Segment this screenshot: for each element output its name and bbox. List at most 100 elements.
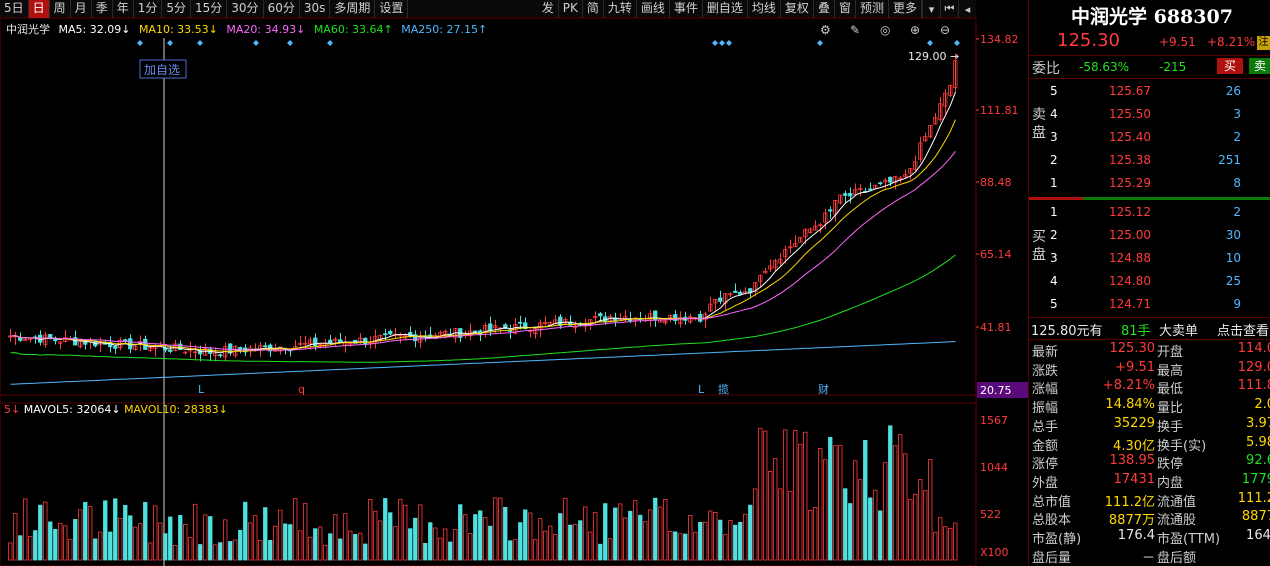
period-tab[interactable]: 5日 xyxy=(0,0,29,18)
period-tab[interactable]: 年 xyxy=(113,0,134,18)
volume-bar xyxy=(923,490,928,561)
tool-button[interactable]: 九转 xyxy=(604,0,637,18)
stat-label: 内盘 xyxy=(1157,475,1184,491)
ask-row[interactable]: 5 125.67 26 xyxy=(1029,80,1270,102)
level-index: 1 xyxy=(1050,176,1058,190)
period-tab[interactable]: 1分 xyxy=(134,0,163,18)
volume-bar xyxy=(18,535,23,561)
chart-tool-icon: ◎ xyxy=(880,23,890,37)
volume-bar xyxy=(423,542,428,561)
candle-body xyxy=(748,288,753,293)
level-index: 2 xyxy=(1050,228,1058,242)
level-volume: 8 xyxy=(1233,176,1241,190)
high-price-tag: 129.00 → xyxy=(908,50,959,63)
volume-bar xyxy=(173,545,178,561)
period-tab[interactable]: 30分 xyxy=(227,0,264,18)
ask-row[interactable]: 1 125.29 8 xyxy=(1029,172,1270,194)
volume-bar xyxy=(213,544,218,561)
collapse-icon[interactable]: ◂ xyxy=(958,0,976,18)
volume-bar xyxy=(518,522,523,561)
ma-legend: 中润光学 MA5: 32.09↓ MA10: 33.53↓ MA20: 34.9… xyxy=(6,21,492,37)
ask-row[interactable]: 2 125.38 251 xyxy=(1029,149,1270,171)
volume-bar xyxy=(153,505,158,561)
event-diamond-icon xyxy=(927,40,933,46)
volume-bar xyxy=(698,521,703,561)
stat-label: 总市值 xyxy=(1032,494,1072,510)
volume-bar xyxy=(323,544,328,561)
volume-bar xyxy=(248,522,253,561)
volume-bar xyxy=(573,524,578,561)
tool-button[interactable]: 删自选 xyxy=(703,0,748,18)
tool-button[interactable]: 窗 xyxy=(835,0,856,18)
tool-button[interactable]: 预测 xyxy=(856,0,889,18)
bid-row[interactable]: 1 125.12 2 xyxy=(1029,201,1270,223)
level-index: 3 xyxy=(1050,251,1058,265)
stat-value: 111.2亿 xyxy=(1104,494,1155,510)
volume-bar xyxy=(498,497,503,561)
tool-button[interactable]: 均线 xyxy=(748,0,781,18)
level-price: 124.80 xyxy=(1109,274,1151,288)
volume-bar xyxy=(313,528,318,561)
period-tab[interactable]: 30s xyxy=(300,0,331,18)
period-tab[interactable]: 季 xyxy=(92,0,113,18)
tool-button[interactable]: 简 xyxy=(583,0,604,18)
tool-button[interactable]: 复权 xyxy=(781,0,814,18)
tick-price: 125.80元有 xyxy=(1031,324,1103,339)
stat-value: 138.95 xyxy=(1109,453,1156,469)
volume-bar xyxy=(628,510,633,561)
volume-bar xyxy=(593,512,598,561)
dropdown-icon[interactable]: ▾ xyxy=(922,0,940,18)
period-tab[interactable]: 多周期 xyxy=(330,0,376,18)
ma10-line xyxy=(10,119,956,353)
tool-button[interactable]: 更多 xyxy=(889,0,922,18)
volume-bar xyxy=(718,519,723,561)
chart-tool-icon: ✎ xyxy=(850,23,860,37)
buy-button[interactable]: 买 xyxy=(1217,58,1243,74)
volume-bar xyxy=(543,530,548,561)
kline-chart[interactable]: 134.82 111.81 88.48 65.14 41.81 20.75 1567 1044… xyxy=(0,18,1028,566)
level-volume: 251 xyxy=(1218,153,1241,167)
tool-button[interactable]: 叠 xyxy=(814,0,835,18)
volume-bar xyxy=(688,515,693,561)
volume-bar xyxy=(123,504,128,561)
volume-bar xyxy=(413,517,418,561)
event-diamond-icon xyxy=(726,40,732,46)
sell-button[interactable]: 卖 xyxy=(1249,58,1270,74)
period-tab[interactable]: 5分 xyxy=(162,0,191,18)
volume-bar xyxy=(828,436,833,561)
big-order-ticker[interactable]: 125.80元有 81手 大卖单 点击查看 xyxy=(1029,320,1270,339)
tool-button[interactable]: 画线 xyxy=(637,0,670,18)
period-tab[interactable]: 月 xyxy=(71,0,92,18)
stat-value: 8877 xyxy=(1241,509,1270,525)
volume-bar xyxy=(338,538,343,561)
volume-bar xyxy=(113,498,118,561)
stat-row: 总股本 8877万流通股 8877 xyxy=(1029,509,1270,528)
tool-button[interactable]: 事件 xyxy=(670,0,703,18)
bid-row[interactable]: 5 124.71 9 xyxy=(1029,293,1270,315)
stat-row: 最新 125.30开盘 114.0 xyxy=(1029,341,1270,360)
event-mark: L xyxy=(698,383,705,396)
tick-type: 大卖单 xyxy=(1159,324,1199,339)
bid-row[interactable]: 2 125.00 30 xyxy=(1029,224,1270,246)
volume-bar xyxy=(678,533,683,561)
volume-bar xyxy=(863,440,868,561)
window-toggle-icon[interactable]: ⏮ xyxy=(940,0,958,18)
tool-button[interactable]: 发 xyxy=(538,0,559,18)
tool-button[interactable]: PK xyxy=(559,0,583,18)
stat-label: 最新 xyxy=(1032,345,1059,360)
period-tab[interactable]: 60分 xyxy=(264,0,300,18)
candle-body xyxy=(738,291,743,295)
candle-body xyxy=(123,339,128,342)
period-tab[interactable]: 周 xyxy=(50,0,71,18)
volume-bar xyxy=(393,526,398,561)
bid-row[interactable]: 3 124.88 10 xyxy=(1029,247,1270,269)
stat-value: － xyxy=(1141,550,1155,566)
period-tab[interactable]: 设置 xyxy=(375,0,409,18)
period-tab[interactable]: 15分 xyxy=(191,0,228,18)
volume-bar xyxy=(883,462,888,561)
bid-row[interactable]: 4 124.80 25 xyxy=(1029,270,1270,292)
period-tab[interactable]: 日 xyxy=(28,0,50,18)
volume-bar xyxy=(868,497,873,561)
ask-row[interactable]: 4 125.50 3 xyxy=(1029,103,1270,125)
ask-row[interactable]: 3 125.40 2 xyxy=(1029,126,1270,148)
